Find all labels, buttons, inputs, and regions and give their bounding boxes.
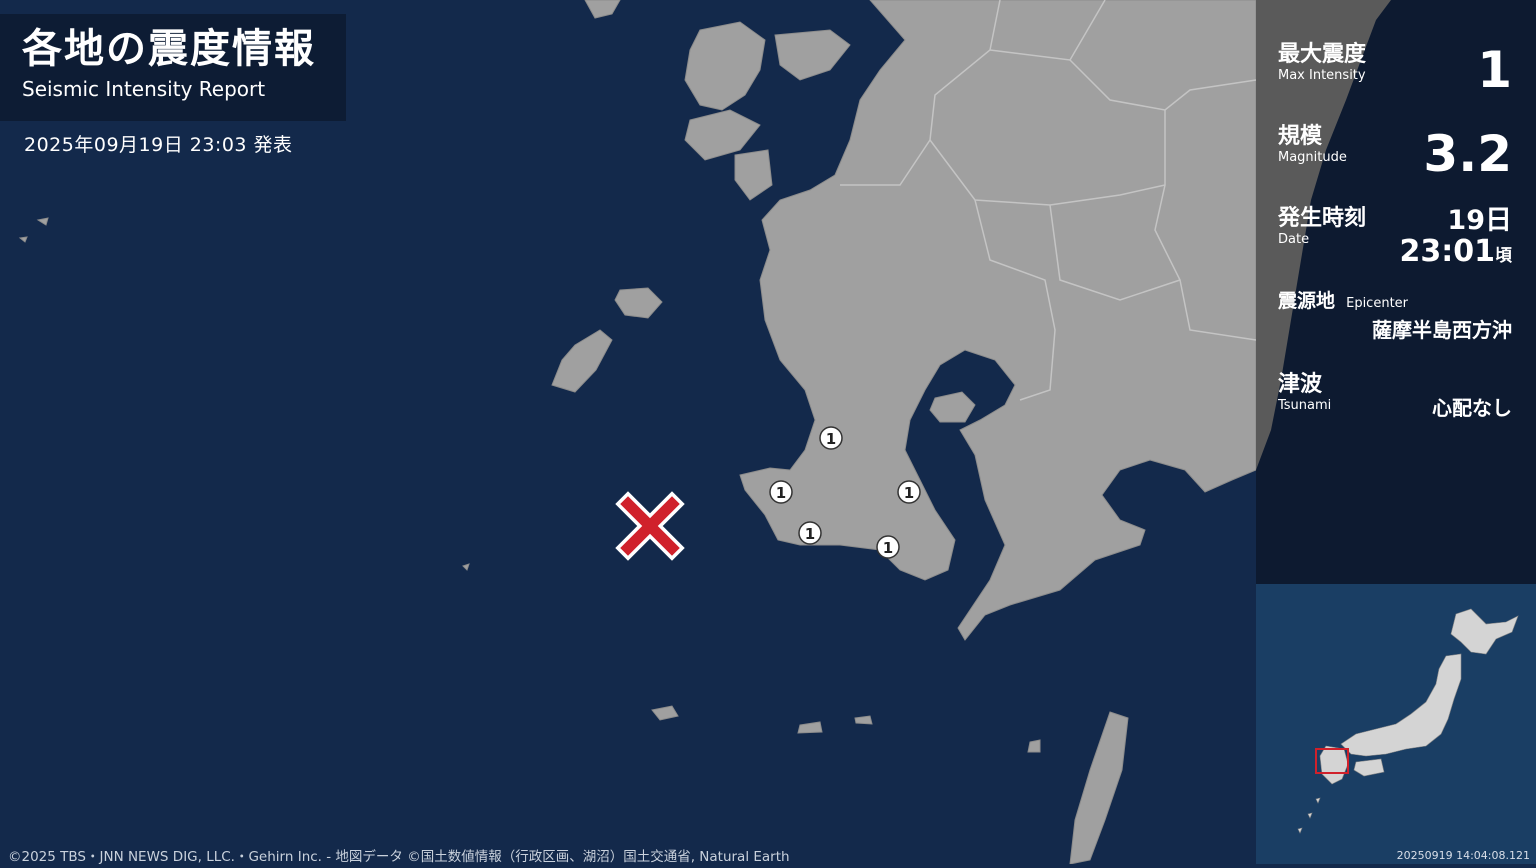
intensity-marker-label: 1 [904,484,914,502]
time-clock-wrap: 23:01頃 [1400,236,1513,272]
page-title: 各地の震度情報 [22,26,316,72]
overview-inset-map: 20250919 14:04:08.121 [1256,584,1536,864]
epicenter-label-en: Epicenter [1346,296,1409,311]
time-row: 発生時刻 Date 19日 23:01頃 [1278,205,1512,268]
info-panel: 最大震度 Max Intensity 1 規模 Magnitude 3.2 発生… [1256,0,1536,584]
max-intensity-row: 最大震度 Max Intensity 1 [1278,42,1512,98]
nansei-3 [1297,827,1303,834]
magnitude-value: 3.2 [1423,125,1512,183]
shikoku [1353,758,1385,777]
hokkaido [1450,608,1519,655]
time-suffix: 頃 [1495,246,1512,266]
tsunami-row: 津波 Tsunami 心配なし [1278,372,1512,420]
intensity-marker[interactable]: 1 [876,535,900,559]
honshu [1340,653,1462,757]
issued-time: 2025年09月19日 23:03 発表 [24,134,293,156]
time-day: 19日 [1447,205,1512,236]
page-subtitle: Seismic Intensity Report [22,77,266,101]
intensity-marker[interactable]: 1 [798,521,822,545]
magnitude-row: 規模 Magnitude 3.2 [1278,124,1512,182]
intensity-marker-label: 1 [883,539,893,557]
time-clock: 23:01 [1399,234,1496,269]
max-intensity-value: 1 [1477,41,1512,99]
intensity-marker-label: 1 [805,525,815,543]
tsunami-value: 心配なし [1432,396,1512,420]
nansei-1 [1315,797,1321,804]
credits: ©2025 TBS・JNN NEWS DIG, LLC.・Gehirn Inc.… [8,849,790,865]
nansei-2 [1307,812,1313,819]
kyushu [1319,745,1349,785]
tsunami-label: 津波 [1278,372,1323,397]
island-south-c [854,715,873,725]
epicenter-label: 震源地 [1278,290,1336,312]
epicenter-value: 薩摩半島西方沖 [1372,318,1512,342]
intensity-marker-label: 1 [776,484,786,502]
intensity-marker-label: 1 [826,430,836,448]
epicenter-row: 震源地 Epicenter 薩摩半島西方沖 [1278,288,1512,342]
timestamp: 20250919 14:04:08.121 [1396,849,1530,862]
intensity-marker[interactable]: 1 [819,426,843,450]
intensity-marker[interactable]: 1 [769,480,793,504]
intensity-marker[interactable]: 1 [897,480,921,504]
title-box: 各地の震度情報 Seismic Intensity Report [0,14,346,121]
island-south-d [1027,739,1041,753]
japan-overview [1297,608,1519,834]
